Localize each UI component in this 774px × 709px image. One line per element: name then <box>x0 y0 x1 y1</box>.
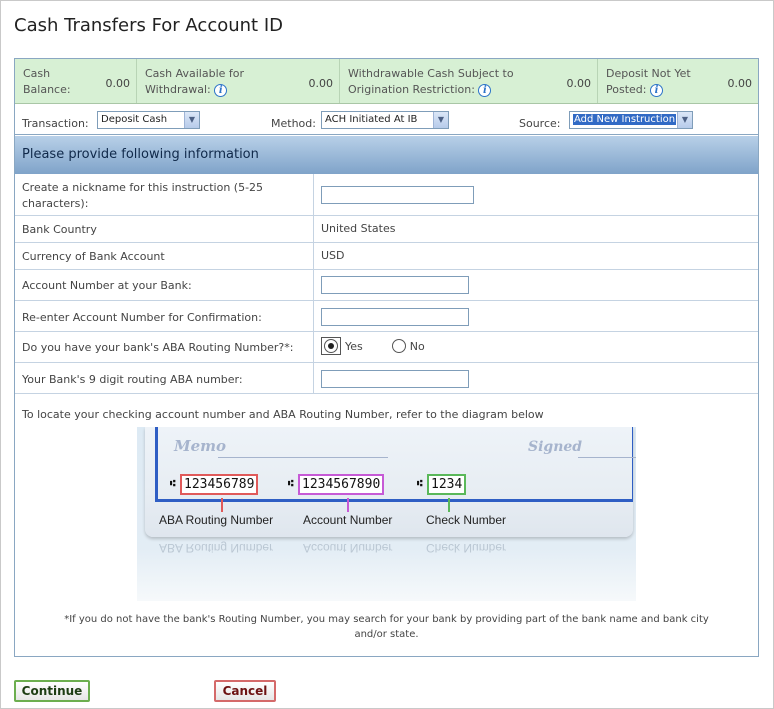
bank-country-value: United States <box>321 222 396 235</box>
currency-value: USD <box>321 249 345 262</box>
transaction-select-value: Deposit Cash <box>101 114 168 125</box>
memo-text: Memo <box>174 437 227 455</box>
form-row-account-confirm: Re-enter Account Number for Confirmation… <box>15 301 758 332</box>
aba-radio-group: Yes No <box>321 337 425 355</box>
check-caption-reflection: Check Number <box>426 541 507 555</box>
routing-connector <box>221 498 223 512</box>
withdrawable-cash-label-line2: Origination Restriction: <box>348 83 475 96</box>
withdrawable-cash-label-line1: Withdrawable Cash Subject to <box>348 67 514 80</box>
account-number-input[interactable] <box>321 276 469 294</box>
column-divider <box>313 270 314 300</box>
nickname-label: Create a nickname for this instruction (… <box>22 180 302 212</box>
account-connector <box>347 498 349 512</box>
method-select-value: ACH Initiated At IB <box>325 114 418 125</box>
cash-balance-label: Cash Balance: <box>15 59 99 103</box>
aba-number-label: Your Bank's 9 digit routing ABA number: <box>22 373 243 386</box>
footnote-line2: and/or state. <box>354 629 419 640</box>
routing-caption-reflection: ABA Routing Number <box>159 541 274 555</box>
deposit-not-posted-label-line2: Posted: <box>606 83 647 96</box>
account-confirm-label: Re-enter Account Number for Confirmation… <box>22 311 262 324</box>
form-row-nickname: Create a nickname for this instruction (… <box>15 174 758 216</box>
source-select-value: Add New Instruction <box>573 114 677 125</box>
form-row-bank-country: Bank Country United States <box>15 216 758 243</box>
aba-yes-label: Yes <box>345 339 363 353</box>
aba-number-input[interactable] <box>321 370 469 388</box>
form-row-aba-number: Your Bank's 9 digit routing ABA number: <box>15 363 758 394</box>
bank-country-label: Bank Country <box>22 223 97 236</box>
nickname-label-line2: characters): <box>22 197 89 210</box>
account-caption-reflection: Account Number <box>303 541 393 555</box>
memo-line <box>218 457 388 458</box>
cash-available-label-line2: Withdrawal: <box>145 83 211 96</box>
column-divider <box>313 332 314 362</box>
transaction-label: Transaction: <box>22 117 89 130</box>
signature-line <box>578 457 636 458</box>
diagram-instructions: To locate your checking account number a… <box>22 408 544 421</box>
column-divider <box>313 301 314 331</box>
form-row-currency: Currency of Bank Account USD <box>15 243 758 270</box>
aba-no-label: No <box>409 339 425 353</box>
deposit-not-posted-value: 0.00 <box>727 77 753 90</box>
micr-symbol: ⑆ <box>417 479 423 489</box>
check-band: Memo Signed ⑆ 123456789 ⑆ 1234567890 ⑆ 1… <box>155 427 636 502</box>
cash-available-label: Cash Available for Withdrawal: i <box>137 59 301 103</box>
source-label: Source: <box>519 117 561 130</box>
section-header: Please provide following information <box>15 136 758 174</box>
cash-balance-label-line1: Cash <box>23 67 51 80</box>
account-caption: Account Number <box>303 513 393 527</box>
nickname-input[interactable] <box>321 186 474 204</box>
column-divider <box>313 216 314 242</box>
check-connector <box>448 498 450 512</box>
account-number-label: Account Number at your Bank: <box>22 279 192 292</box>
check-diagram: Memo Signed ⑆ 123456789 ⑆ 1234567890 ⑆ 1… <box>137 427 636 601</box>
continue-button[interactable]: Continue <box>14 680 90 702</box>
source-select[interactable]: Add New Instruction ▼ <box>569 111 693 129</box>
info-icon[interactable]: i <box>478 83 492 97</box>
currency-label: Currency of Bank Account <box>22 250 165 263</box>
micr-symbol: ⑆ <box>170 479 176 489</box>
signed-text: Signed <box>528 439 583 455</box>
nickname-label-line1: Create a nickname for this instruction (… <box>22 181 264 194</box>
form-row-account-number: Account Number at your Bank: <box>15 270 758 301</box>
account-confirm-input[interactable] <box>321 308 469 326</box>
form-row-aba-question: Do you have your bank's ABA Routing Numb… <box>15 332 758 363</box>
transaction-select[interactable]: Deposit Cash ▼ <box>97 111 200 129</box>
check-card: Memo Signed ⑆ 123456789 ⑆ 1234567890 ⑆ 1… <box>145 427 636 537</box>
micr-symbol: ⑆ <box>288 479 294 489</box>
transfer-selectors: Transaction: Deposit Cash ▼ Method: ACH … <box>15 104 758 135</box>
cancel-button[interactable]: Cancel <box>214 680 276 702</box>
withdrawable-cash-value: 0.00 <box>558 59 598 103</box>
cash-available-value: 0.00 <box>301 59 340 103</box>
balance-summary: Cash Balance: 0.00 Cash Available for Wi… <box>15 59 758 104</box>
withdrawable-cash-label: Withdrawable Cash Subject to Origination… <box>340 59 558 103</box>
chevron-down-icon: ▼ <box>184 112 199 128</box>
cash-available-label-line1: Cash Available for <box>145 67 245 80</box>
footnote-line1: *If you do not have the bank's Routing N… <box>64 614 709 625</box>
routing-number-box: 123456789 <box>180 474 259 495</box>
cash-balance-label-line2: Balance: <box>23 83 71 96</box>
deposit-not-posted-label-line1: Deposit Not Yet <box>606 67 691 80</box>
aba-yes-option[interactable] <box>321 337 341 355</box>
column-divider <box>313 243 314 269</box>
info-icon[interactable]: i <box>214 83 228 97</box>
column-divider <box>313 363 314 393</box>
footnote: *If you do not have the bank's Routing N… <box>15 612 758 642</box>
aba-question-label: Do you have your bank's ABA Routing Numb… <box>22 341 294 354</box>
check-caption: Check Number <box>426 513 507 527</box>
deposit-not-posted-label: Deposit Not Yet Posted: i <box>598 59 713 103</box>
cash-transfer-panel: Cash Balance: 0.00 Cash Available for Wi… <box>14 58 759 657</box>
method-label: Method: <box>271 117 316 130</box>
chevron-down-icon: ▼ <box>433 112 448 128</box>
check-number-box: 1234 <box>427 474 467 495</box>
routing-caption: ABA Routing Number <box>159 513 274 527</box>
chevron-down-icon: ▼ <box>677 112 692 128</box>
method-select[interactable]: ACH Initiated At IB ▼ <box>321 111 449 129</box>
column-divider <box>313 174 314 215</box>
account-number-box: 1234567890 <box>298 474 385 495</box>
info-icon[interactable]: i <box>649 83 663 97</box>
aba-yes-radio[interactable] <box>324 339 338 353</box>
cash-balance-value: 0.00 <box>99 59 137 103</box>
page-title: Cash Transfers For Account ID <box>14 15 283 36</box>
aba-no-radio[interactable] <box>391 339 406 353</box>
